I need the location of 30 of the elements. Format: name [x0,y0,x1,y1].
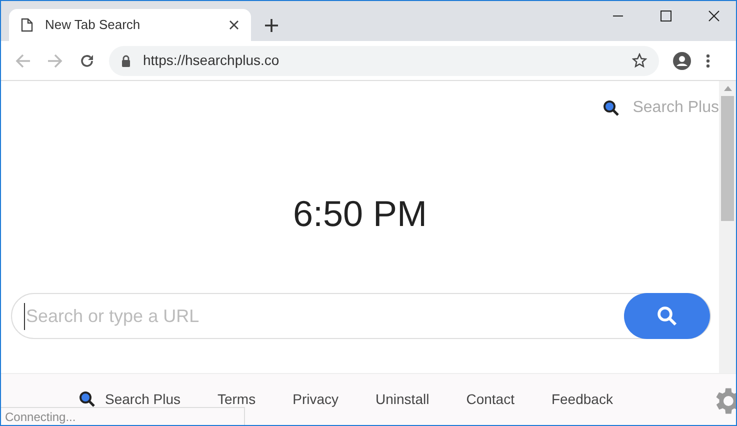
magnifier-icon [79,391,95,407]
scrollbar-thumb[interactable] [721,96,734,221]
lock-icon [121,54,131,66]
tab-title: New Tab Search [45,16,142,34]
star-icon[interactable] [632,53,647,68]
address-bar[interactable]: https://hsearchplus.co [109,46,659,76]
search-field[interactable]: Search or type a URL [24,302,624,330]
account-icon[interactable] [673,52,691,70]
scrollbar[interactable] [719,81,736,374]
reload-icon[interactable] [79,52,95,68]
close-window-icon[interactable] [708,10,720,22]
status-text: Connecting... [1,407,245,425]
search-icon [657,306,677,326]
maximize-icon[interactable] [660,10,672,22]
footer-link[interactable]: Search Plus [105,391,180,407]
footer-link[interactable]: Privacy [292,391,339,407]
page-icon [21,18,33,32]
url-text: https://hsearchplus.co [143,51,280,70]
browser-tab[interactable]: New Tab Search [9,9,251,41]
footer-link[interactable]: Terms [217,391,256,407]
search-button[interactable] [624,293,710,339]
footer-link[interactable]: Feedback [551,391,613,407]
magnifier-icon [602,100,619,116]
new-tab-icon[interactable] [265,19,278,32]
clock-time: 6:50 PM [292,192,428,236]
search-bar[interactable]: Search or type a URL [11,293,711,339]
menu-icon[interactable] [706,54,710,68]
footer-link[interactable]: Contact [466,391,514,407]
close-icon[interactable] [229,20,239,30]
footer-link[interactable]: Uninstall [376,391,430,407]
